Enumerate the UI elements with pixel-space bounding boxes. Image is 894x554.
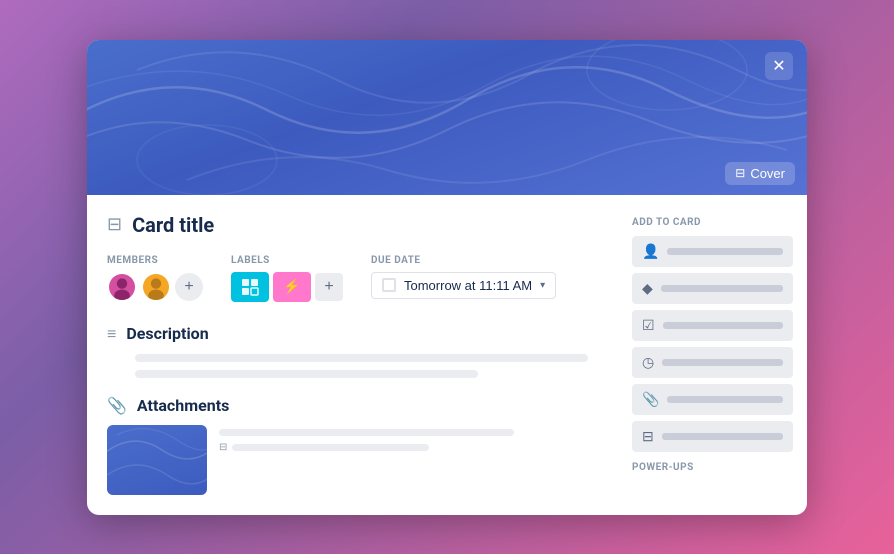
close-button[interactable]: ✕: [765, 52, 793, 80]
sidebar-btn-bar-3: [663, 322, 783, 329]
attach-icon: 📎: [642, 391, 659, 408]
card-title-row: ⊟ Card title: [107, 213, 612, 237]
labels-group: LABELS ⚡ +: [231, 255, 343, 302]
due-date-checkbox[interactable]: [382, 278, 396, 292]
sidebar-btn-bar-2: [661, 285, 783, 292]
chevron-down-icon: ▾: [540, 280, 545, 291]
due-date-button[interactable]: Tomorrow at 11:11 AM ▾: [371, 272, 556, 299]
attachment-thumbnail: [107, 425, 207, 495]
attachments-title: Attachments: [137, 396, 229, 415]
add-label-button[interactable]: +: [315, 273, 343, 301]
attachment-name-bar: [219, 429, 514, 436]
attachment-sub-bar: [232, 444, 429, 451]
avatar-1: [107, 272, 137, 302]
attachment-sub-icon: ⊟: [219, 442, 227, 453]
main-content: ⊟ Card title MEMBERS: [87, 195, 632, 515]
labels-label: LABELS: [231, 255, 343, 266]
attachments-section-header: 📎 Attachments: [107, 396, 612, 415]
attachment-icon: 📎: [107, 396, 127, 415]
sidebar-btn-checklist[interactable]: ☑: [632, 310, 793, 341]
add-member-button[interactable]: +: [175, 273, 203, 301]
description-placeholder: [107, 354, 612, 378]
due-date-content: Tomorrow at 11:11 AM ▾: [371, 272, 556, 299]
members-icon: 👤: [642, 243, 659, 260]
cover-button[interactable]: ⊟ Cover: [725, 162, 795, 185]
label-chip-cyan[interactable]: [231, 272, 269, 302]
description-icon: ≡: [107, 324, 116, 344]
card-title: Card title: [132, 213, 214, 237]
cover-label: Cover: [750, 166, 785, 181]
members-group: MEMBERS: [107, 255, 203, 302]
attachments-section: 📎 Attachments ⊟: [107, 396, 612, 495]
power-ups-label: POWER-UPS: [632, 462, 793, 473]
attachment-info-row: ⊟: [219, 442, 612, 453]
description-title: Description: [126, 324, 208, 343]
sidebar-btn-dates[interactable]: ◷: [632, 347, 793, 378]
sidebar-btn-bar-6: [662, 433, 783, 440]
card-cover: ✕ ⊟ Cover: [87, 40, 807, 195]
modal-body: ⊟ Card title MEMBERS: [87, 195, 807, 515]
sidebar-btn-bar-4: [662, 359, 783, 366]
attachment-meta: ⊟: [219, 425, 612, 453]
avatar-2: [141, 272, 171, 302]
card-modal: ✕ ⊟ Cover ⊟ Card title MEMBERS: [87, 40, 807, 515]
desc-line-2: [135, 370, 478, 378]
sidebar-btn-attachment[interactable]: 📎: [632, 384, 793, 415]
desc-line-1: [135, 354, 588, 362]
cover-btn-icon: ⊟: [642, 428, 654, 445]
add-to-card-label: ADD TO CARD: [632, 217, 793, 228]
sidebar-btn-bar-5: [667, 396, 783, 403]
checklist-icon: ☑: [642, 317, 655, 334]
labels-content: ⚡ +: [231, 272, 343, 302]
sidebar: ADD TO CARD 👤 ◆ ☑ ◷ 📎 ⊟: [632, 195, 807, 515]
due-date-label: DUE DATE: [371, 255, 556, 266]
label-chip-pink[interactable]: ⚡: [273, 272, 311, 302]
attachment-item: ⊟: [107, 425, 612, 495]
members-content: +: [107, 272, 203, 302]
sidebar-btn-members[interactable]: 👤: [632, 236, 793, 267]
card-icon: ⊟: [107, 214, 122, 235]
label-icon: ◆: [642, 280, 653, 297]
due-date-group: DUE DATE Tomorrow at 11:11 AM ▾: [371, 255, 556, 299]
members-label: MEMBERS: [107, 255, 203, 266]
label-icon-pink: ⚡: [283, 279, 300, 295]
sidebar-btn-cover[interactable]: ⊟: [632, 421, 793, 452]
dates-icon: ◷: [642, 354, 654, 371]
sidebar-btn-labels[interactable]: ◆: [632, 273, 793, 304]
meta-row: MEMBERS: [107, 255, 612, 302]
description-section-header: ≡ Description: [107, 324, 612, 344]
due-date-value: Tomorrow at 11:11 AM: [404, 278, 532, 293]
sidebar-btn-bar-1: [667, 248, 783, 255]
cover-icon: ⊟: [735, 166, 745, 180]
